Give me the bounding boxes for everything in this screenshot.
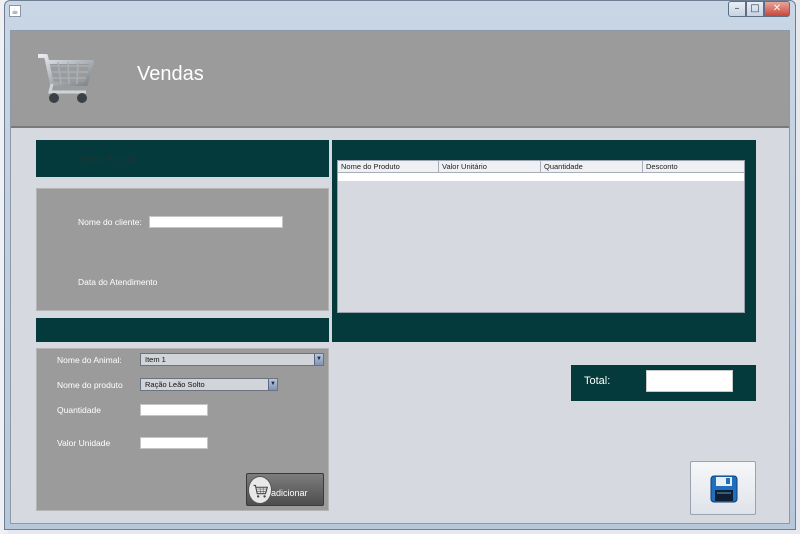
total-value-field[interactable] bbox=[646, 370, 733, 392]
vendas-pessoa-label: Vendas Pessoa bbox=[78, 155, 134, 164]
nome-cliente-input[interactable] bbox=[149, 216, 283, 228]
java-app-icon: ☕ bbox=[9, 5, 21, 17]
save-button[interactable] bbox=[690, 461, 756, 515]
chevron-down-icon[interactable]: ▼ bbox=[268, 379, 277, 390]
page-title: Vendas bbox=[137, 63, 204, 85]
floppy-disk-icon bbox=[710, 475, 738, 503]
itens-table[interactable] bbox=[337, 160, 745, 313]
shopping-cart-icon bbox=[38, 54, 94, 103]
adicionar-button-label: adicionar bbox=[271, 488, 308, 498]
column-header-quantidade[interactable]: Quantidade bbox=[541, 161, 643, 173]
minimize-button[interactable]: – bbox=[728, 1, 746, 17]
add-to-cart-icon bbox=[248, 476, 272, 504]
nome-produto-selected: Ração Leão Solto bbox=[145, 380, 205, 389]
table-row[interactable] bbox=[338, 173, 744, 181]
maximize-button[interactable]: □ bbox=[746, 1, 764, 17]
column-header-desconto[interactable]: Desconto bbox=[643, 161, 744, 173]
valor-unidade-label: Valor Unidade bbox=[57, 438, 111, 448]
table-header-row: Nome do Produto Valor Unitário Quantidad… bbox=[338, 161, 744, 173]
valor-unidade-input[interactable] bbox=[140, 437, 208, 449]
cliente-panel bbox=[36, 188, 329, 311]
data-atendimento-label: Data do Atendimento bbox=[78, 277, 158, 287]
divider-panel bbox=[36, 318, 329, 342]
column-header-valor-unitario[interactable]: Valor Unitário bbox=[439, 161, 541, 173]
nome-cliente-label: Nome do cliente: bbox=[78, 217, 142, 227]
nome-produto-select[interactable]: Ração Leão Solto ▼ bbox=[140, 378, 278, 391]
total-label: Total: bbox=[584, 375, 611, 387]
chevron-down-icon[interactable]: ▼ bbox=[314, 354, 323, 365]
quantidade-label: Quantidade bbox=[57, 405, 101, 415]
nome-animal-select[interactable]: Item 1 ▼ bbox=[140, 353, 324, 366]
column-header-nome-produto[interactable]: Nome do Produto bbox=[338, 161, 439, 173]
nome-animal-label: Nome do Animal: bbox=[57, 355, 122, 365]
close-button[interactable]: ✕ bbox=[764, 1, 790, 17]
header-banner bbox=[11, 31, 789, 128]
nome-produto-label: Nome do produto bbox=[57, 380, 123, 390]
window-controls: – □ ✕ bbox=[728, 1, 790, 17]
nome-animal-selected: Item 1 bbox=[145, 355, 166, 364]
quantidade-input[interactable] bbox=[140, 404, 208, 416]
